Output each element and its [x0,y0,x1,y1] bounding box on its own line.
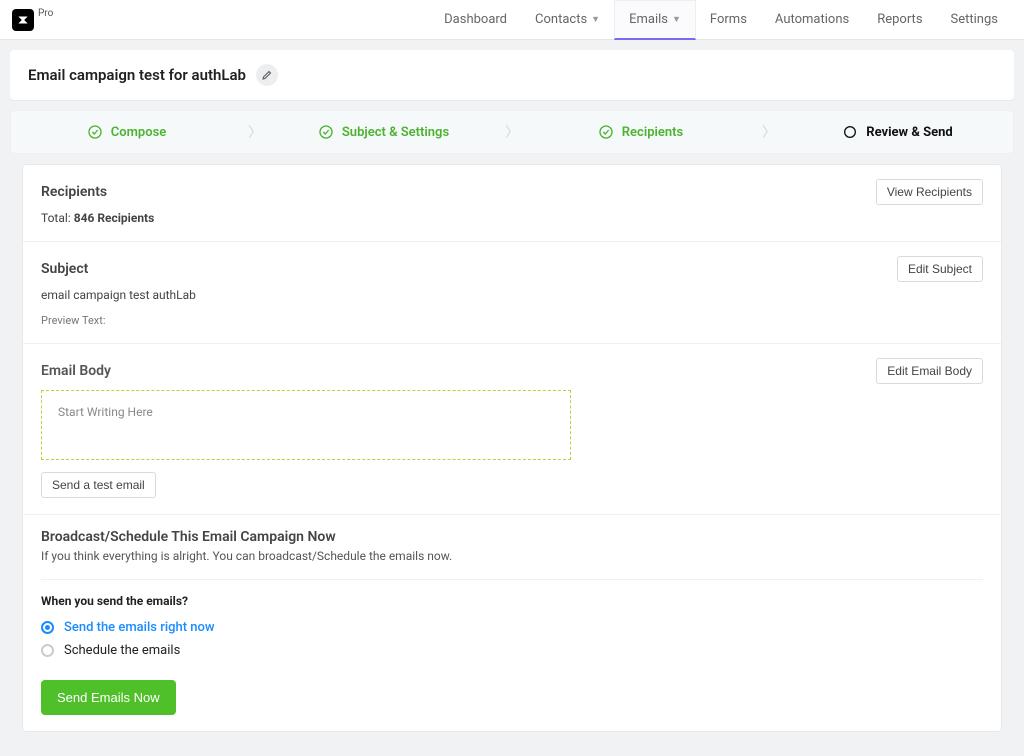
send-when-question: When you send the emails? [41,594,983,608]
check-circle-icon [598,124,614,140]
nav-dashboard-label: Dashboard [444,12,507,27]
campaign-title: Email campaign test for authLab [28,66,246,84]
section-broadcast: Broadcast/Schedule This Email Campaign N… [23,515,1001,731]
send-test-email-button[interactable]: Send a test email [41,472,156,498]
step-review-label: Review & Send [866,125,953,140]
divider [41,579,983,580]
radio-send-now[interactable]: Send the emails right now [41,620,983,635]
recipients-total: Total: 846 Recipients [41,211,983,225]
send-emails-now-button[interactable]: Send Emails Now [41,680,176,715]
email-body-title: Email Body [41,363,111,379]
recipients-total-value: 846 Recipients [74,211,155,225]
brand: Pro [12,9,53,31]
radio-schedule-label: Schedule the emails [64,643,180,658]
step-review[interactable]: Review & Send [782,124,1013,140]
subject-line-text: email campaign test authLab [41,288,983,302]
wizard-stepper: Compose 〉 Subject & Settings 〉 Recipient… [10,110,1014,154]
nav-reports[interactable]: Reports [863,0,936,40]
section-email-body: Email Body Edit Email Body Start Writing… [23,344,1001,515]
edit-email-body-button[interactable]: Edit Email Body [876,358,983,384]
nav-emails-label: Emails [629,12,668,27]
nav-dashboard[interactable]: Dashboard [430,0,521,40]
step-subject-label: Subject & Settings [342,125,449,140]
broadcast-desc: If you think everything is alright. You … [41,549,983,563]
page: Email campaign test for authLab Compose … [0,40,1024,756]
preview-text-label: Preview Text: [41,314,983,327]
recipients-total-prefix: Total: [41,211,74,225]
chevron-right-icon: 〉 [756,122,782,142]
brand-logo-icon [12,9,34,31]
nav-forms[interactable]: Forms [696,0,761,40]
subject-title: Subject [41,261,88,277]
campaign-title-card: Email campaign test for authLab [10,50,1014,100]
broadcast-title: Broadcast/Schedule This Email Campaign N… [41,529,983,545]
nav-contacts-label: Contacts [535,12,587,27]
check-circle-icon [318,124,334,140]
section-subject: Subject Edit Subject email campaign test… [23,242,1001,344]
chevron-right-icon: 〉 [499,122,525,142]
radio-icon [41,644,54,657]
view-recipients-button[interactable]: View Recipients [876,179,983,205]
step-compose[interactable]: Compose [11,124,242,140]
step-compose-label: Compose [111,125,167,140]
check-circle-icon [87,124,103,140]
review-panel: Recipients View Recipients Total: 846 Re… [22,164,1002,732]
radio-schedule[interactable]: Schedule the emails [41,643,983,658]
email-body-placeholder: Start Writing Here [58,405,153,419]
brand-pro-badge: Pro [38,8,53,19]
nav-settings[interactable]: Settings [937,0,1012,40]
radio-icon [41,621,54,634]
recipients-title: Recipients [41,184,107,200]
nav-emails[interactable]: Emails ▼ [614,0,696,40]
pencil-icon [261,69,273,81]
nav-reports-label: Reports [877,12,922,27]
step-recipients[interactable]: Recipients [525,124,756,140]
chevron-down-icon: ▼ [672,14,681,25]
top-nav: Pro Dashboard Contacts ▼ Emails ▼ Forms … [0,0,1024,40]
section-recipients: Recipients View Recipients Total: 846 Re… [23,165,1001,242]
nav-automations-label: Automations [775,12,849,27]
chevron-right-icon: 〉 [242,122,268,142]
nav-settings-label: Settings [951,12,998,27]
nav-automations[interactable]: Automations [761,0,863,40]
edit-subject-button[interactable]: Edit Subject [897,256,983,282]
radio-send-now-label: Send the emails right now [64,620,215,635]
edit-title-button[interactable] [256,64,278,86]
nav-contacts[interactable]: Contacts ▼ [521,0,614,40]
chevron-down-icon: ▼ [591,14,600,25]
nav-forms-label: Forms [710,12,747,27]
circle-icon [842,124,858,140]
email-body-preview: Start Writing Here [41,390,571,460]
step-recipients-label: Recipients [622,125,683,140]
step-subject[interactable]: Subject & Settings [268,124,499,140]
